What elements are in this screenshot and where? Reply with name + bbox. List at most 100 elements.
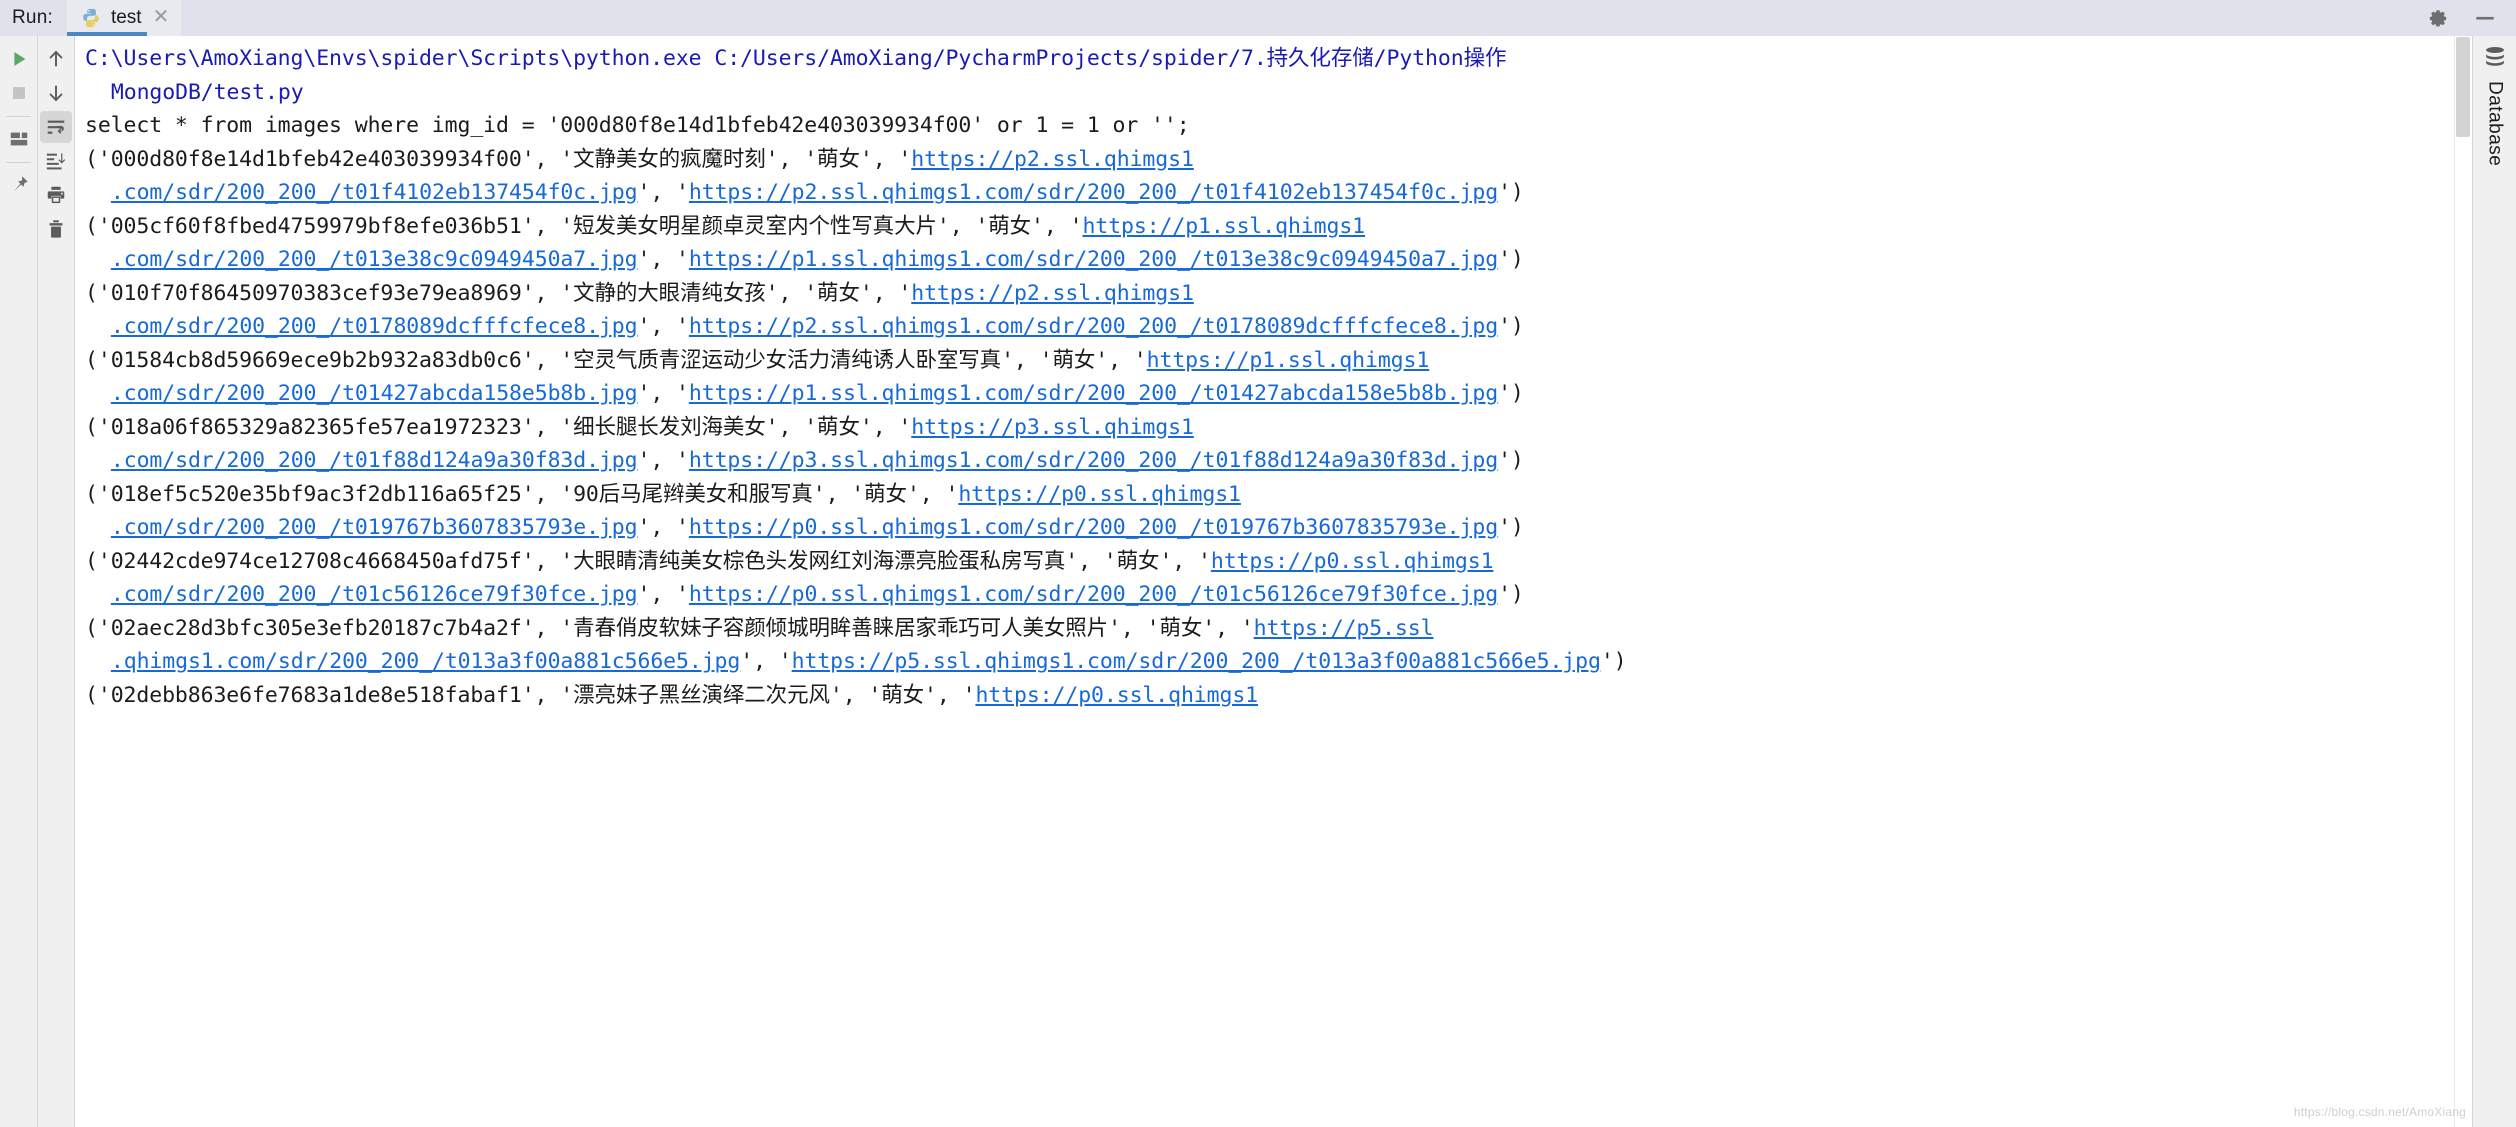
console-link[interactable]: https://p3.ssl.qhimgs1.com/sdr/200_200_/… xyxy=(689,448,1498,473)
tab-test[interactable]: test ✕ xyxy=(66,0,182,36)
soft-wrap-button[interactable] xyxy=(40,111,72,143)
console-link[interactable]: https://p1.ssl.qhimgs1 xyxy=(1147,348,1430,373)
tabbar-actions xyxy=(2424,0,2516,36)
console-link[interactable]: .com/sdr/200_200_/t01f88d124a9a30f83d.jp… xyxy=(111,448,638,473)
console-text-run: ', ' xyxy=(637,247,689,272)
console-text-run: ('01584cb8d59669ece9b2b932a83db0c6', '空灵… xyxy=(85,347,1147,373)
console-link[interactable]: .com/sdr/200_200_/t01f4102eb137454f0c.jp… xyxy=(111,180,638,205)
console-line: ('018a06f865329a82365fe57ea1972323', '细长… xyxy=(85,411,2438,445)
run-tool-window: Run: test ✕ C:\Users\AmoXiang\Envs\spide… xyxy=(0,0,2516,1127)
run-toolbar-column-2 xyxy=(37,36,74,1127)
close-icon[interactable]: ✕ xyxy=(153,7,170,29)
console-link[interactable]: .qhimgs1.com/sdr/200_200_/t013a3f00a881c… xyxy=(111,649,740,674)
console-link[interactable]: https://p2.ssl.qhimgs1 xyxy=(911,147,1194,172)
pin-tab-button[interactable] xyxy=(3,169,35,201)
console-link[interactable]: https://p1.ssl.qhimgs1.com/sdr/200_200_/… xyxy=(689,381,1498,406)
gear-icon[interactable] xyxy=(2424,5,2450,31)
console-text-run: ('018a06f865329a82365fe57ea1972323', '细长… xyxy=(85,414,912,440)
console-link[interactable]: .com/sdr/200_200_/t0178089dcfffcfece8.jp… xyxy=(111,314,638,339)
console-text-run: ') xyxy=(1498,582,1524,607)
console-link[interactable]: https://p1.ssl.qhimgs1.com/sdr/200_200_/… xyxy=(689,247,1498,272)
console-line: ('000d80f8e14d1bfeb42e403039934f00', '文静… xyxy=(85,143,2438,177)
console-text-run: ('02debb863e6fe7683a1de8e518fabaf1', '漂亮… xyxy=(85,682,976,708)
console-text-run: MongoDB/test.py xyxy=(110,79,304,105)
run-tab-bar: Run: test ✕ xyxy=(0,0,2516,36)
database-tool-window-button[interactable]: Database xyxy=(2472,36,2516,1127)
console-link[interactable]: https://p2.ssl.qhimgs1 xyxy=(911,281,1194,306)
console-text-run: ') xyxy=(1498,515,1524,540)
console-text-run: ', ' xyxy=(637,314,689,339)
console-text-run: ('02442cde974ce12708c4668450afd75f', '大眼… xyxy=(85,548,1211,574)
console-line: ('02442cde974ce12708c4668450afd75f', '大眼… xyxy=(85,545,2438,579)
run-label: Run: xyxy=(12,7,53,28)
console-scrollbar-thumb[interactable] xyxy=(2456,37,2470,137)
printer-icon[interactable] xyxy=(40,179,72,211)
console-line: select * from images where img_id = '000… xyxy=(85,109,2438,143)
console-link[interactable]: .com/sdr/200_200_/t01427abcda158e5b8b.jp… xyxy=(111,381,638,406)
console-link[interactable]: .com/sdr/200_200_/t019767b3607835793e.jp… xyxy=(111,515,638,540)
console-link[interactable]: .com/sdr/200_200_/t01c56126ce79f30fce.jp… xyxy=(111,582,638,607)
console-line: .com/sdr/200_200_/t01427abcda158e5b8b.jp… xyxy=(85,377,2438,411)
console-text-run: ', ' xyxy=(637,381,689,406)
tab-title: test xyxy=(110,7,142,28)
console-link[interactable]: https://p5.ssl xyxy=(1254,616,1434,641)
console-line: .com/sdr/200_200_/t01f4102eb137454f0c.jp… xyxy=(85,176,2438,210)
console-text-run: ') xyxy=(1498,314,1524,339)
console-text-run: ', ' xyxy=(637,180,689,205)
console-text-run: ('010f70f86450970383cef93e79ea8969', '文静… xyxy=(85,280,912,306)
console-scrollbar[interactable] xyxy=(2454,36,2472,1127)
console-link[interactable]: https://p2.ssl.qhimgs1.com/sdr/200_200_/… xyxy=(689,314,1498,339)
console-link[interactable]: .com/sdr/200_200_/t013e38c9c0949450a7.jp… xyxy=(111,247,638,272)
console-line: MongoDB/test.py xyxy=(85,76,2438,110)
console-link[interactable]: https://p2.ssl.qhimgs1.com/sdr/200_200_/… xyxy=(689,180,1498,205)
console-link[interactable]: https://p1.ssl.qhimgs1 xyxy=(1082,214,1365,239)
console-line: ('02debb863e6fe7683a1de8e518fabaf1', '漂亮… xyxy=(85,679,2438,713)
trash-icon[interactable] xyxy=(40,213,72,245)
console-line: ('01584cb8d59669ece9b2b932a83db0c6', '空灵… xyxy=(85,344,2438,378)
console-text-run: ', ' xyxy=(637,448,689,473)
stop-button[interactable] xyxy=(3,77,35,109)
console-text-run: ('000d80f8e14d1bfeb42e403039934f00', '文静… xyxy=(85,146,912,172)
console-link[interactable]: https://p5.ssl.qhimgs1.com/sdr/200_200_/… xyxy=(792,649,1601,674)
console-text-run: ('018ef5c520e35bf9ac3f2db116a65f25', '90… xyxy=(85,481,959,507)
console-line: ('02aec28d3bfc305e3efb20187c7b4a2f', '青春… xyxy=(85,612,2438,646)
console-text-run: ') xyxy=(1498,180,1524,205)
run-toolbar xyxy=(0,36,74,1127)
console-text: C:\Users\AmoXiang\Envs\spider\Scripts\py… xyxy=(85,42,2438,712)
console-link[interactable]: https://p0.ssl.qhimgs1 xyxy=(975,683,1258,708)
console-text-run: ') xyxy=(1498,381,1524,406)
console-link[interactable]: https://p0.ssl.qhimgs1.com/sdr/200_200_/… xyxy=(689,582,1498,607)
database-icon xyxy=(2482,45,2508,81)
console-link[interactable]: https://p0.ssl.qhimgs1 xyxy=(1211,549,1494,574)
console-text-run: ') xyxy=(1498,247,1524,272)
console-link[interactable]: https://p0.ssl.qhimgs1.com/sdr/200_200_/… xyxy=(689,515,1498,540)
console-text-run: ('005cf60f8fbed4759979bf8efe036b51', '短发… xyxy=(85,213,1083,239)
console-link[interactable]: https://p0.ssl.qhimgs1 xyxy=(958,482,1241,507)
console-line: .com/sdr/200_200_/t019767b3607835793e.jp… xyxy=(85,511,2438,545)
arrow-up-icon[interactable] xyxy=(40,43,72,75)
rerun-button[interactable] xyxy=(3,43,35,75)
console-line: ('018ef5c520e35bf9ac3f2db116a65f25', '90… xyxy=(85,478,2438,512)
console-text-run: ', ' xyxy=(637,582,689,607)
console-line: .com/sdr/200_200_/t01c56126ce79f30fce.jp… xyxy=(85,578,2438,612)
console-output-panel[interactable]: C:\Users\AmoXiang\Envs\spider\Scripts\py… xyxy=(74,36,2472,1127)
arrow-down-icon[interactable] xyxy=(40,77,72,109)
scroll-to-end-button[interactable] xyxy=(40,145,72,177)
console-text-run: C:\Users\AmoXiang\Envs\spider\Scripts\py… xyxy=(85,46,1507,71)
toolbar-separator xyxy=(6,116,31,117)
layout-panels-button[interactable] xyxy=(3,123,35,155)
minimize-icon[interactable] xyxy=(2472,5,2498,31)
python-file-icon xyxy=(80,7,102,29)
console-line: C:\Users\AmoXiang\Envs\spider\Scripts\py… xyxy=(85,42,2438,76)
console-text-run: ') xyxy=(1600,649,1627,674)
console-text-run: select * from images where img_id = '000… xyxy=(85,113,1190,138)
console-text-run: ', ' xyxy=(740,649,792,674)
console-text-run: ') xyxy=(1498,448,1524,473)
watermark: https://blog.csdn.net/AmoXiang xyxy=(2293,1105,2466,1119)
console-line: ('010f70f86450970383cef93e79ea8969', '文静… xyxy=(85,277,2438,311)
console-link[interactable]: https://p3.ssl.qhimgs1 xyxy=(911,415,1194,440)
database-label: Database xyxy=(2484,81,2506,167)
run-toolbar-column-1 xyxy=(0,36,37,1127)
console-text-run: ', ' xyxy=(637,515,689,540)
console-line: ('005cf60f8fbed4759979bf8efe036b51', '短发… xyxy=(85,210,2438,244)
